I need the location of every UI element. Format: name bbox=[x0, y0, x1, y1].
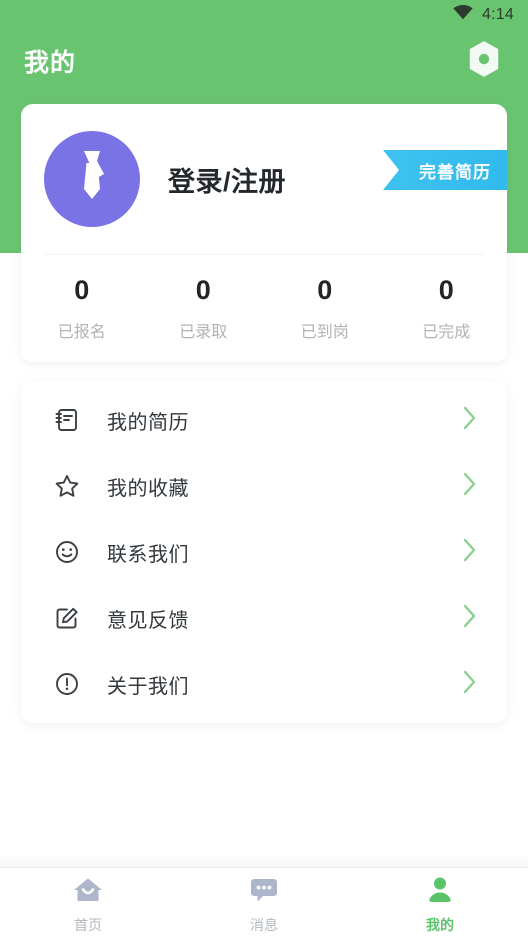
stat-onboarded[interactable]: 0 已到岗 bbox=[264, 275, 386, 341]
complete-resume-badge[interactable]: 完善简历 bbox=[383, 150, 507, 190]
message-bubble-icon bbox=[248, 876, 280, 909]
chevron-right-icon bbox=[461, 470, 479, 503]
menu-item-label: 联系我们 bbox=[107, 543, 189, 566]
resume-notebook-icon bbox=[51, 404, 83, 436]
stats-row: 0 已报名 0 已录取 0 已到岗 0 已完成 bbox=[21, 255, 507, 362]
menu-item-label: 我的收藏 bbox=[107, 477, 189, 500]
stat-completed[interactable]: 0 已完成 bbox=[386, 275, 508, 341]
exclamation-circle-icon bbox=[51, 668, 83, 700]
chevron-right-icon bbox=[461, 404, 479, 437]
menu-item-label: 关于我们 bbox=[107, 675, 189, 698]
star-icon bbox=[51, 470, 83, 502]
tab-mine[interactable]: 我的 bbox=[352, 868, 528, 943]
menu-item-label: 意见反馈 bbox=[107, 609, 189, 632]
profile-header: 登录/注册 完善简历 bbox=[21, 104, 507, 254]
stat-label: 已报名 bbox=[57, 323, 106, 341]
stat-accepted[interactable]: 0 已录取 bbox=[143, 275, 265, 341]
smiley-icon bbox=[51, 536, 83, 568]
menu-card: 我的简历 我的收藏 联系我们 意见反馈 关于我们 bbox=[21, 381, 507, 723]
settings-button[interactable] bbox=[462, 39, 506, 83]
tab-label: 消息 bbox=[250, 917, 278, 933]
stat-value: 0 bbox=[438, 275, 454, 306]
chevron-right-icon bbox=[461, 668, 479, 701]
app-bar: 我的 bbox=[0, 30, 528, 92]
menu-item-contact-us[interactable]: 联系我们 bbox=[21, 519, 507, 585]
menu-item-my-favorites[interactable]: 我的收藏 bbox=[21, 453, 507, 519]
tab-bar-shadow bbox=[0, 853, 528, 867]
page-title: 我的 bbox=[24, 49, 77, 77]
avatar[interactable] bbox=[44, 131, 140, 227]
menu-item-about-us[interactable]: 关于我们 bbox=[21, 651, 507, 717]
stat-label: 已到岗 bbox=[300, 323, 349, 341]
tab-label: 首页 bbox=[74, 917, 102, 933]
tab-label: 我的 bbox=[426, 917, 454, 933]
stat-value: 0 bbox=[74, 275, 90, 306]
tab-messages[interactable]: 消息 bbox=[176, 868, 352, 943]
stat-label: 已录取 bbox=[179, 323, 228, 341]
edit-square-icon bbox=[51, 602, 83, 634]
wifi-icon bbox=[453, 5, 473, 25]
menu-item-feedback[interactable]: 意见反馈 bbox=[21, 585, 507, 651]
stat-value: 0 bbox=[317, 275, 333, 306]
necktie-avatar-icon bbox=[67, 147, 117, 212]
person-icon bbox=[424, 876, 456, 909]
stat-applied[interactable]: 0 已报名 bbox=[21, 275, 143, 341]
profile-card: 登录/注册 完善简历 0 已报名 0 已录取 0 已到岗 0 已完成 bbox=[21, 104, 507, 362]
stat-label: 已完成 bbox=[422, 323, 471, 341]
chevron-right-icon bbox=[461, 536, 479, 569]
hexagon-gear-icon bbox=[464, 39, 504, 84]
status-time: 4:14 bbox=[482, 6, 514, 23]
home-icon bbox=[72, 876, 104, 909]
chevron-right-icon bbox=[461, 602, 479, 635]
menu-item-label: 我的简历 bbox=[107, 411, 189, 434]
login-register-link[interactable]: 登录/注册 bbox=[168, 160, 286, 199]
stat-value: 0 bbox=[195, 275, 211, 306]
menu-item-my-resume[interactable]: 我的简历 bbox=[21, 387, 507, 453]
bottom-tab-bar: 首页 消息 我的 bbox=[0, 867, 528, 943]
tab-home[interactable]: 首页 bbox=[0, 868, 176, 943]
status-bar-right: 4:14 bbox=[453, 5, 514, 25]
status-bar: 4:14 bbox=[0, 0, 528, 30]
